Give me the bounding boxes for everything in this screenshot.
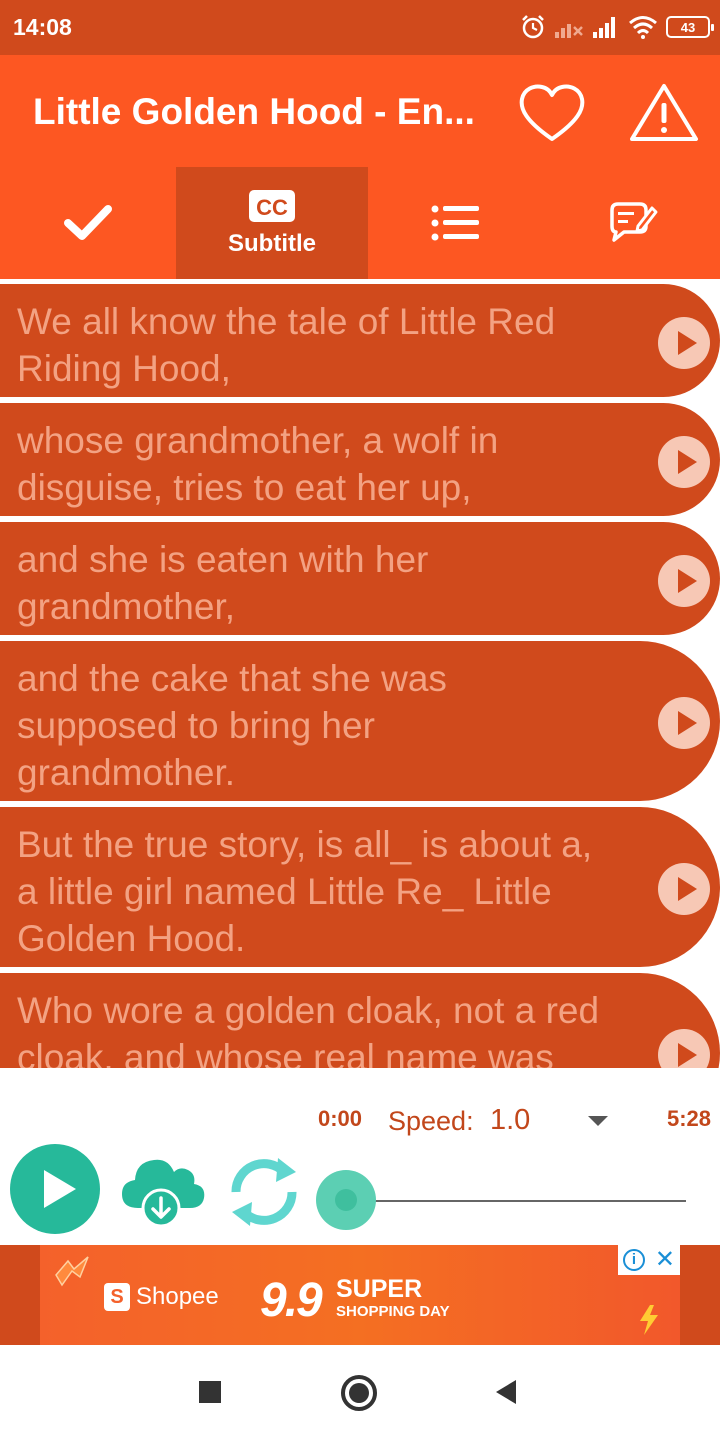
subtitle-line: whose grandmother, a wolf in [17, 420, 499, 461]
current-time: 0:00 [318, 1106, 363, 1131]
subtitle-line: and she is eaten with her [17, 539, 429, 580]
edit-comment-icon [610, 202, 658, 242]
screen: 14:08 43 Little Golden Hood - En... CC S… [0, 0, 720, 1440]
signal-icon [593, 17, 615, 38]
tab-subtitle[interactable]: CC Subtitle [176, 167, 368, 279]
lightning-icon [640, 1305, 658, 1335]
speed-select[interactable]: 1.0 [490, 1104, 530, 1137]
subtitle-line: grandmother. [17, 752, 236, 793]
subtitle-line: We all know the tale of Little Red [17, 301, 556, 342]
repeat-icon[interactable] [222, 1150, 306, 1234]
subtitle-list[interactable]: We all know the tale of Little Red Ridin… [0, 282, 720, 1068]
warning-icon[interactable] [628, 81, 700, 145]
ad-subline: SHOPPING DAY [336, 1303, 450, 1320]
battery-level: 43 [680, 19, 696, 35]
play-button[interactable] [10, 1144, 100, 1234]
subtitle-line: disguise, tries to eat her up, [17, 467, 472, 508]
subtitle-line: supposed to bring her [17, 705, 375, 746]
tab-subtitle-label: Subtitle [228, 230, 316, 257]
recent-apps-icon[interactable] [199, 1381, 221, 1403]
page-title: Little Golden Hood - En... [33, 91, 475, 132]
subtitle-line: grandmother, [17, 586, 236, 627]
tab-bar: CC Subtitle [0, 167, 720, 279]
play-line-icon[interactable] [658, 697, 710, 749]
ad-headline: SUPER [336, 1275, 423, 1303]
subtitle-item[interactable]: and the cake that she was supposed to br… [0, 641, 720, 801]
subtitle-item[interactable]: But the true story, is all_ is about a, … [0, 807, 720, 967]
subtitle-line: cloak, and whose real name was [17, 1037, 554, 1068]
subtitle-line: and the cake that she was [17, 658, 447, 699]
list-icon [431, 205, 479, 241]
back-icon[interactable] [496, 1380, 516, 1404]
sparkle-icon [55, 1256, 89, 1287]
subtitle-line: But the true story, is all_ is about a, [17, 824, 593, 865]
signal-no-data-icon [555, 24, 583, 38]
status-icons: 43 [520, 12, 714, 42]
audio-player: 0:00 Speed: 1.0 5:28 [0, 1068, 720, 1245]
tab-edit[interactable] [544, 167, 720, 279]
subtitle-item[interactable]: Who wore a golden cloak, not a red cloak… [0, 973, 720, 1068]
ad-brand: S Shopee [104, 1283, 219, 1311]
play-line-icon[interactable] [658, 317, 710, 369]
tab-check[interactable] [0, 167, 176, 279]
subtitle-line: Riding Hood, [17, 348, 231, 389]
subtitle-line: Golden Hood. [17, 918, 246, 959]
ad-choices[interactable]: i ✕ [618, 1245, 680, 1275]
close-icon[interactable]: ✕ [655, 1248, 675, 1272]
checkmark-icon [64, 205, 112, 240]
system-nav-bar [0, 1345, 720, 1440]
play-line-icon[interactable] [658, 863, 710, 915]
play-line-icon[interactable] [658, 555, 710, 607]
ad-banner[interactable]: S Shopee 9.9 SUPER SHOPPING DAY i ✕ [40, 1245, 680, 1345]
chevron-down-icon[interactable] [588, 1116, 608, 1126]
subtitle-line: Who wore a golden cloak, not a red [17, 990, 600, 1031]
seek-bar-thumb[interactable] [316, 1170, 376, 1230]
subtitle-item[interactable]: We all know the tale of Little Red Ridin… [0, 284, 720, 397]
ad-sale: 9.9 [260, 1274, 323, 1327]
subtitle-item[interactable]: whose grandmother, a wolf in disguise, t… [0, 403, 720, 516]
status-bar: 14:08 43 [0, 0, 720, 55]
status-time: 14:08 [13, 14, 72, 40]
cc-icon: CC [249, 190, 295, 222]
tab-list[interactable] [368, 167, 544, 279]
wifi-icon [629, 16, 657, 39]
svg-text:CC: CC [256, 195, 288, 220]
app-bar: Little Golden Hood - En... [0, 55, 720, 167]
seek-bar-track[interactable] [346, 1200, 686, 1202]
home-icon[interactable] [341, 1375, 377, 1411]
battery-icon: 43 [666, 16, 714, 38]
cloud-download-icon[interactable] [118, 1150, 208, 1230]
total-time: 5:28 [667, 1106, 712, 1131]
play-line-icon[interactable] [658, 1029, 710, 1068]
heart-icon[interactable] [516, 81, 588, 145]
subtitle-line: a little girl named Little Re_ Little [17, 871, 552, 912]
shopping-bag-icon: S [104, 1283, 130, 1311]
subtitle-item[interactable]: and she is eaten with her grandmother, [0, 522, 720, 635]
ad-container: S Shopee 9.9 SUPER SHOPPING DAY i ✕ [0, 1245, 720, 1345]
speed-label: Speed: [388, 1106, 474, 1136]
info-icon[interactable]: i [622, 1249, 645, 1271]
ad-brand-name: Shopee [136, 1283, 219, 1310]
play-line-icon[interactable] [658, 436, 710, 488]
alarm-icon [522, 15, 544, 39]
